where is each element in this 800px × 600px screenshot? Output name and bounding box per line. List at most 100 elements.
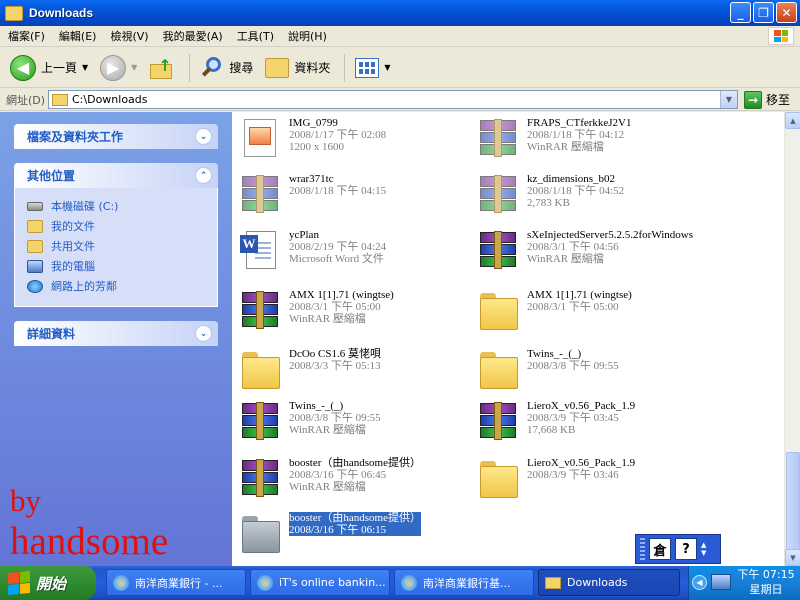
menu-view[interactable]: 檢視(V)	[110, 28, 148, 44]
place-my-computer[interactable]: 我的電腦	[27, 256, 207, 276]
folder-item[interactable]: AMX 1[1].71 (wingtse) 2008/3/1 下午 05:00	[476, 289, 632, 333]
folder-icon	[238, 512, 282, 556]
address-value: C:\Downloads	[72, 93, 148, 106]
file-info: WinRAR 壓縮檔	[289, 313, 366, 325]
up-folder-icon: ↑	[149, 56, 175, 80]
place-my-documents[interactable]: 我的文件	[27, 216, 207, 236]
start-button[interactable]: 開始	[0, 566, 96, 600]
file-item[interactable]: W ycPlan 2008/2/19 下午 04:24 Microsoft Wo…	[238, 229, 386, 273]
address-input[interactable]: C:\Downloads ▼	[48, 90, 738, 109]
ime-mode-button[interactable]: 倉	[649, 538, 671, 560]
taskbar-item[interactable]: e iT's online bankin...	[250, 569, 390, 596]
clock[interactable]: 下午 07:15 星期日	[733, 567, 799, 597]
ime-help-button[interactable]: ?	[675, 538, 697, 560]
toolbar: ◀ 上一頁 ▼ ▶ ▼ ↑ 搜尋 資料夾 ▼	[0, 48, 800, 88]
place-local-disk[interactable]: 本機磁碟 (C:)	[27, 196, 207, 216]
file-date: 2008/1/17 下午 02:08	[289, 129, 387, 141]
scroll-thumb[interactable]	[786, 452, 800, 552]
file-item[interactable]: LieroX_v0.56_Pack_1.9 2008/3/9 下午 03:45 …	[476, 400, 635, 444]
place-label: 我的電腦	[51, 260, 95, 273]
file-item[interactable]: FRAPS_CTferkkeJ2V1 2008/1/18 下午 04:12 Wi…	[476, 117, 632, 161]
menu-favorites[interactable]: 我的最愛(A)	[163, 28, 223, 44]
word-document-icon: W	[238, 229, 282, 273]
folder-item[interactable]: Twins_-_(_) 2008/3/8 下午 09:55	[476, 348, 619, 392]
vertical-scrollbar[interactable]: ▲ ▼	[784, 112, 800, 566]
file-name: booster（由handsome提供）	[289, 512, 421, 524]
ime-toolbar[interactable]: 倉 ? ▲ ▼	[635, 534, 721, 564]
taskbar-item[interactable]: e 南洋商業銀行基...	[394, 569, 534, 596]
back-button[interactable]: ◀ 上一頁 ▼	[6, 52, 92, 84]
go-button[interactable]: → 移至	[744, 90, 790, 109]
chevron-down-icon[interactable]: ▼	[720, 91, 737, 108]
scroll-up-icon[interactable]: ▲	[785, 112, 800, 129]
close-button[interactable]: ✕	[776, 2, 797, 23]
file-item[interactable]: wrar371tc 2008/1/18 下午 04:15	[238, 173, 386, 217]
file-date: 2008/1/18 下午 04:12	[527, 129, 625, 141]
chevron-down-icon: ▼	[384, 63, 391, 72]
file-date: 2008/3/9 下午 03:45	[527, 412, 619, 424]
folders-button[interactable]: 資料夾	[261, 52, 334, 84]
place-network[interactable]: 網路上的芳鄰	[27, 276, 207, 296]
windows-logo-icon	[8, 570, 30, 596]
folder-icon	[238, 348, 282, 392]
scroll-down-icon[interactable]: ▼	[785, 549, 800, 566]
chevron-down-icon[interactable]: ▼	[131, 63, 137, 72]
expand-icon[interactable]: ⌄	[195, 128, 212, 145]
file-item[interactable]: Twins_-_(_) 2008/3/8 下午 09:55 WinRAR 壓縮檔	[238, 400, 381, 444]
file-info: 2,783 KB	[527, 197, 570, 209]
file-date: 2008/3/1 下午 05:00	[527, 301, 619, 313]
folder-item-selected[interactable]: booster（由handsome提供） 2008/3/16 下午 06:15	[238, 512, 421, 556]
views-button[interactable]: ▼	[351, 52, 394, 84]
folder-item[interactable]: DcOo CS1.6 莫恅唄 2008/3/3 下午 05:13	[238, 348, 381, 392]
file-name: AMX 1[1].71 (wingtse)	[527, 289, 632, 301]
expand-icon[interactable]: ⌄	[195, 325, 212, 342]
panel-title: 其他位置	[27, 169, 76, 183]
go-arrow-icon: →	[744, 90, 762, 109]
image-file-icon	[238, 117, 282, 161]
ime-grip[interactable]	[640, 538, 645, 560]
file-list[interactable]: IMG_0799 2008/1/17 下午 02:08 1200 x 1600 …	[232, 112, 784, 566]
other-places-panel: 其他位置 ⌃ 本機磁碟 (C:) 我的文件 共用文件 我的電腦 網路上的芳鄰	[14, 163, 218, 307]
file-item[interactable]: booster（由handsome提供） 2008/3/16 下午 06:45 …	[238, 457, 421, 501]
place-shared-documents[interactable]: 共用文件	[27, 236, 207, 256]
taskbar-item-active[interactable]: Downloads	[538, 569, 680, 596]
taskbar-item-label: 南洋商業銀行基...	[423, 576, 511, 590]
forward-button[interactable]: ▶ ▼	[96, 52, 141, 84]
menu-edit[interactable]: 編輯(E)	[59, 28, 97, 44]
folder-item[interactable]: LieroX_v0.56_Pack_1.9 2008/3/9 下午 03:46	[476, 457, 635, 501]
panel-header[interactable]: 詳細資料 ⌄	[14, 321, 218, 346]
file-item[interactable]: AMX 1[1].71 (wingtse) 2008/3/1 下午 05:00 …	[238, 289, 394, 333]
up-folder-button[interactable]: ↑	[145, 52, 179, 84]
file-info: WinRAR 壓縮檔	[289, 481, 366, 493]
file-item[interactable]: kz_dimensions_b02 2008/1/18 下午 04:52 2,7…	[476, 173, 624, 217]
chevron-down-icon[interactable]: ▼	[82, 63, 88, 72]
address-bar: 網址(D) C:\Downloads ▼ → 移至	[0, 89, 800, 111]
ime-arrows-icon[interactable]: ▲ ▼	[701, 541, 706, 557]
place-label: 本機磁碟 (C:)	[51, 200, 119, 213]
collapse-icon[interactable]: ⌃	[195, 167, 212, 184]
file-item[interactable]: sXeInjectedServer5.2.5.2forWindows 2008/…	[476, 229, 693, 273]
panel-header[interactable]: 其他位置 ⌃	[14, 163, 218, 188]
minimize-button[interactable]: _	[730, 2, 751, 23]
file-item[interactable]: IMG_0799 2008/1/17 下午 02:08 1200 x 1600	[238, 117, 386, 161]
place-label: 我的文件	[51, 220, 95, 233]
menu-tools[interactable]: 工具(T)	[237, 28, 274, 44]
panel-header[interactable]: 檔案及資料夾工作 ⌄	[14, 124, 218, 149]
search-button[interactable]: 搜尋	[196, 52, 257, 84]
maximize-button[interactable]: ❐	[753, 2, 774, 23]
menu-file[interactable]: 檔案(F)	[8, 28, 45, 44]
file-date: 2008/3/1 下午 04:56	[527, 241, 619, 253]
folder-icon	[545, 576, 561, 589]
folder-icon	[476, 457, 520, 501]
menu-bar: 檔案(F) 編輯(E) 檢視(V) 我的最愛(A) 工具(T) 說明(H)	[0, 26, 800, 47]
back-label: 上一頁	[41, 61, 78, 75]
views-icon	[355, 57, 380, 78]
show-hidden-icons-icon[interactable]: ◀	[692, 575, 707, 590]
title-bar[interactable]: Downloads _ ❐ ✕	[0, 0, 800, 26]
file-name: Twins_-_(_)	[289, 400, 344, 412]
taskbar-item[interactable]: e 南洋商業銀行 - ...	[106, 569, 246, 596]
menu-help[interactable]: 說明(H)	[288, 28, 327, 44]
file-info: 1200 x 1600	[289, 141, 344, 153]
network-icon[interactable]	[711, 574, 731, 590]
file-name: LieroX_v0.56_Pack_1.9	[527, 400, 636, 412]
